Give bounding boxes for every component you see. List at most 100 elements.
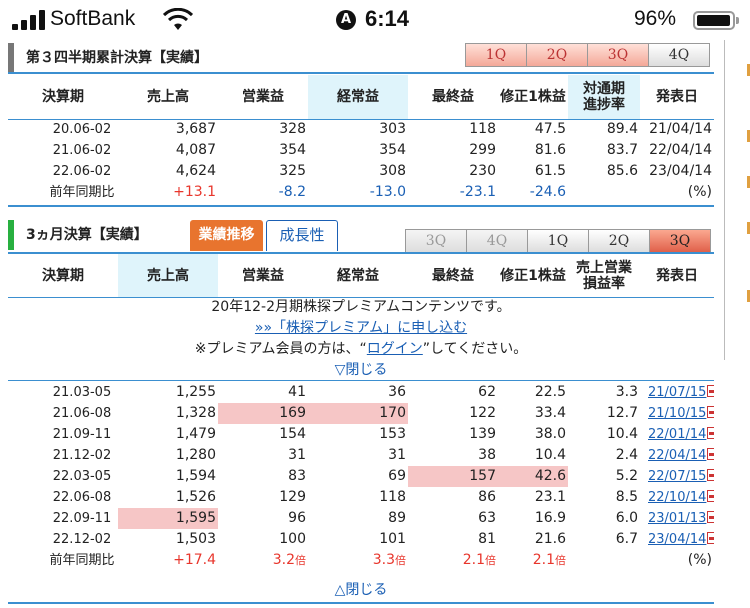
sales-cell: 1,479 bbox=[175, 426, 216, 442]
announcement-date-link[interactable]: 22/01/14 bbox=[648, 427, 706, 442]
period-cell: 21.03-05 bbox=[52, 385, 112, 400]
net-cell: 122 bbox=[469, 405, 496, 421]
tab-4q[interactable]: 4Q bbox=[648, 43, 710, 67]
login-link[interactable]: ログイン bbox=[367, 341, 423, 357]
operating-cell: 96 bbox=[288, 510, 306, 526]
date-cell: 22/04/14 bbox=[640, 445, 714, 466]
pdf-icon[interactable] bbox=[707, 469, 714, 481]
col-header-period: 決算期 bbox=[42, 268, 84, 284]
premium-close-toggle[interactable]: ▽閉じる bbox=[335, 362, 388, 378]
tab-1q[interactable]: 1Q bbox=[527, 229, 589, 253]
table-row: 21.03-05 1,255 41 36 62 22.5 3.3 21/07/15 bbox=[8, 382, 714, 403]
col-header-operating: 営業益 bbox=[242, 89, 284, 105]
eps-cell: -24.6 bbox=[529, 184, 566, 200]
tab-2q[interactable]: 2Q bbox=[588, 229, 650, 253]
announcement-date-link[interactable]: 21/07/15 bbox=[648, 385, 706, 400]
tab-1q[interactable]: 1Q bbox=[465, 43, 527, 67]
bottom-close-toggle[interactable]: △閉じる bbox=[8, 579, 714, 599]
operating-cell: -8.2 bbox=[278, 184, 306, 200]
premium-login-line: ※プレミアム会員の方は、“ログイン”してください。 bbox=[194, 341, 528, 357]
announcement-date-link[interactable]: 21/10/15 bbox=[648, 406, 706, 421]
period-cell: 20.06-02 bbox=[52, 122, 112, 137]
pdf-icon[interactable] bbox=[707, 532, 714, 544]
sales-cell: 4,087 bbox=[175, 142, 216, 158]
tab-4q[interactable]: 4Q bbox=[466, 229, 528, 253]
date-cell: 22/07/15 bbox=[640, 466, 714, 487]
eps-cell: 2.1倍 bbox=[532, 552, 566, 568]
table-row: 20.06-02 3,687 328 303 118 47.5 89.4 21/04/14 bbox=[8, 119, 714, 140]
table-row: 21.12-02 1,280 31 31 38 10.4 2.4 22/04/14 bbox=[8, 445, 714, 466]
ordinary-cell: 36 bbox=[388, 384, 406, 400]
pdf-icon[interactable] bbox=[707, 511, 714, 523]
sales-cell: 1,594 bbox=[175, 468, 216, 484]
pdf-icon[interactable] bbox=[707, 427, 714, 439]
announcement-date-link[interactable]: 22/04/14 bbox=[648, 448, 706, 463]
tab-2q[interactable]: 2Q bbox=[526, 43, 588, 67]
period-cell: 前年同期比 bbox=[49, 185, 115, 200]
sales-cell: 1,526 bbox=[175, 489, 216, 505]
pdf-icon[interactable] bbox=[707, 490, 714, 502]
eps-cell: 22.5 bbox=[534, 384, 566, 400]
tab-3q-prev[interactable]: 3Q bbox=[405, 229, 467, 253]
period-cell: 21.06-08 bbox=[52, 406, 112, 421]
pdf-icon[interactable] bbox=[707, 385, 714, 397]
carrier-name: SoftBank bbox=[50, 7, 136, 30]
net-cell: 38 bbox=[478, 447, 496, 463]
times-unit: 倍 bbox=[295, 554, 306, 567]
eps-cell: 23.1 bbox=[534, 489, 566, 505]
operating-cell: 3.2倍 bbox=[272, 552, 306, 568]
date-cell: 23/04/14 bbox=[640, 529, 714, 550]
divider bbox=[8, 380, 714, 381]
col-header-progress: 対通期 進捗率 bbox=[568, 75, 640, 119]
table-row: 22.09-11 1,595 96 89 63 16.9 6.0 23/01/13 bbox=[8, 508, 714, 529]
period-cell: 21.06-02 bbox=[52, 143, 112, 158]
section-header-cumulative: 第３四半期累計決算【実績】 bbox=[8, 43, 208, 73]
period-cell: 22.06-08 bbox=[52, 490, 112, 505]
col-header-sales: 売上高 bbox=[118, 254, 218, 298]
premium-notice: 20年12-2月期株探プレミアムコンテンツです。 »»「株探プレミアム」に申し込… bbox=[8, 297, 714, 381]
table-row: 22.06-08 1,526 129 118 86 23.1 8.5 22/10/14 bbox=[8, 487, 714, 508]
period-cell: 22.03-05 bbox=[52, 469, 112, 484]
table-row: 21.09-11 1,479 154 153 139 38.0 10.4 22/01/14 bbox=[8, 424, 714, 445]
ratio-cell: 6.7 bbox=[615, 531, 638, 547]
tab-3q[interactable]: 3Q bbox=[649, 229, 711, 253]
announcement-date-link[interactable]: 23/04/14 bbox=[648, 532, 706, 547]
announcement-date-link[interactable]: 22/10/14 bbox=[648, 490, 706, 505]
table-row: 21.06-08 1,328 169 170 122 33.4 12.7 21/10/15 bbox=[8, 403, 714, 424]
eps-cell: 21.6 bbox=[534, 531, 566, 547]
ratio-cell: 85.6 bbox=[606, 163, 638, 179]
period-cell: 22.09-11 bbox=[52, 511, 112, 526]
col-header-ordinary: 経常益 bbox=[337, 268, 379, 284]
times-unit: 倍 bbox=[395, 554, 406, 567]
pdf-icon[interactable] bbox=[707, 406, 714, 418]
quarter-tabs-quarterly: 3Q 4Q 1Q 2Q 3Q bbox=[405, 229, 711, 253]
cumulative-results-table: 決算期 売上高 営業益 経常益 最終益 修正1株益 対通期 進捗率 発表日 20.… bbox=[8, 75, 714, 203]
ratio-cell: 3.3 bbox=[615, 384, 638, 400]
side-panel-edge bbox=[724, 40, 750, 360]
growth-button[interactable]: 成長性 bbox=[266, 220, 338, 251]
sales-cell: 3,687 bbox=[175, 121, 216, 137]
status-bar: SoftBank A 6:14 96% bbox=[0, 0, 750, 40]
table-header-row: 決算期 売上高 営業益 経常益 最終益 修正1株益 対通期 進捗率 発表日 bbox=[8, 75, 714, 119]
ordinary-cell: 170 bbox=[308, 403, 408, 424]
col-header-eps: 修正1株益 bbox=[500, 89, 566, 105]
premium-signup-link[interactable]: »»「株探プレミアム」に申し込む bbox=[255, 320, 467, 336]
col-header-date: 発表日 bbox=[656, 268, 698, 284]
eps-cell: 42.6 bbox=[498, 466, 568, 487]
eps-cell: 33.4 bbox=[534, 405, 566, 421]
eps-cell: 38.0 bbox=[534, 426, 566, 442]
announcement-date-link[interactable]: 22/07/15 bbox=[648, 469, 706, 484]
pdf-icon[interactable] bbox=[707, 448, 714, 460]
ratio-cell bbox=[568, 182, 640, 203]
wifi-icon bbox=[163, 8, 193, 30]
col-header-operating: 営業益 bbox=[242, 268, 284, 284]
ordinary-cell: 3.3倍 bbox=[372, 552, 406, 568]
net-cell: 139 bbox=[469, 426, 496, 442]
times-unit: 倍 bbox=[555, 554, 566, 567]
operating-cell: 31 bbox=[288, 447, 306, 463]
ordinary-cell: 354 bbox=[379, 142, 406, 158]
tab-3q[interactable]: 3Q bbox=[587, 43, 649, 67]
col-header-sales: 売上高 bbox=[147, 89, 189, 105]
announcement-date-link[interactable]: 23/01/13 bbox=[648, 511, 706, 526]
results-trend-button[interactable]: 業績推移 bbox=[190, 220, 263, 251]
